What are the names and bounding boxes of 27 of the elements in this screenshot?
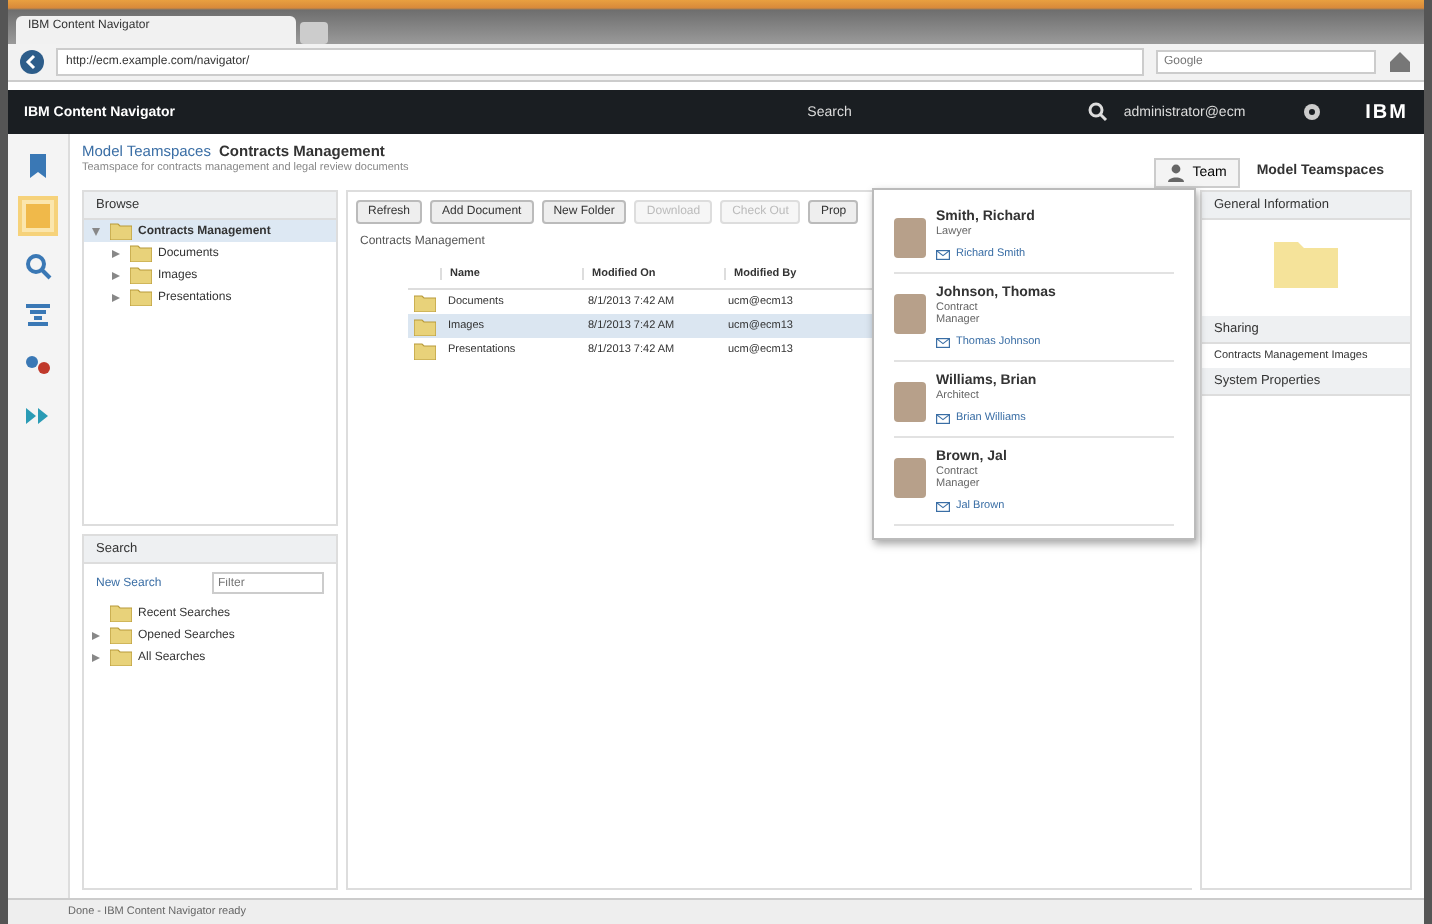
folder-icon — [110, 648, 132, 666]
search-icon — [1087, 102, 1108, 122]
search-icon[interactable] — [22, 250, 54, 282]
expander-icon[interactable] — [92, 227, 100, 235]
ibm-logo: IBM — [1365, 101, 1408, 123]
folder-icon — [1274, 236, 1338, 288]
settings-icon — [1301, 102, 1322, 122]
folder-icon — [110, 604, 132, 622]
expander-icon[interactable] — [112, 271, 120, 279]
expander-icon[interactable] — [92, 653, 100, 661]
folder-icon — [130, 288, 152, 306]
folder-icon — [110, 626, 132, 644]
folder-icon — [130, 266, 152, 284]
mail-icon — [936, 501, 950, 511]
expander-icon[interactable] — [112, 293, 120, 301]
back-icon — [20, 50, 44, 74]
person-icon — [1168, 164, 1185, 182]
mail-icon — [936, 337, 950, 347]
mail-icon — [936, 413, 950, 423]
avatar-placeholder — [894, 218, 926, 258]
expander-icon[interactable] — [112, 249, 120, 257]
folder-icon — [413, 317, 435, 335]
avatar-placeholder — [894, 382, 926, 422]
expander-icon[interactable] — [92, 631, 100, 639]
avatar-placeholder — [894, 294, 926, 334]
mail-icon — [936, 249, 950, 259]
avatar-placeholder — [894, 458, 926, 498]
